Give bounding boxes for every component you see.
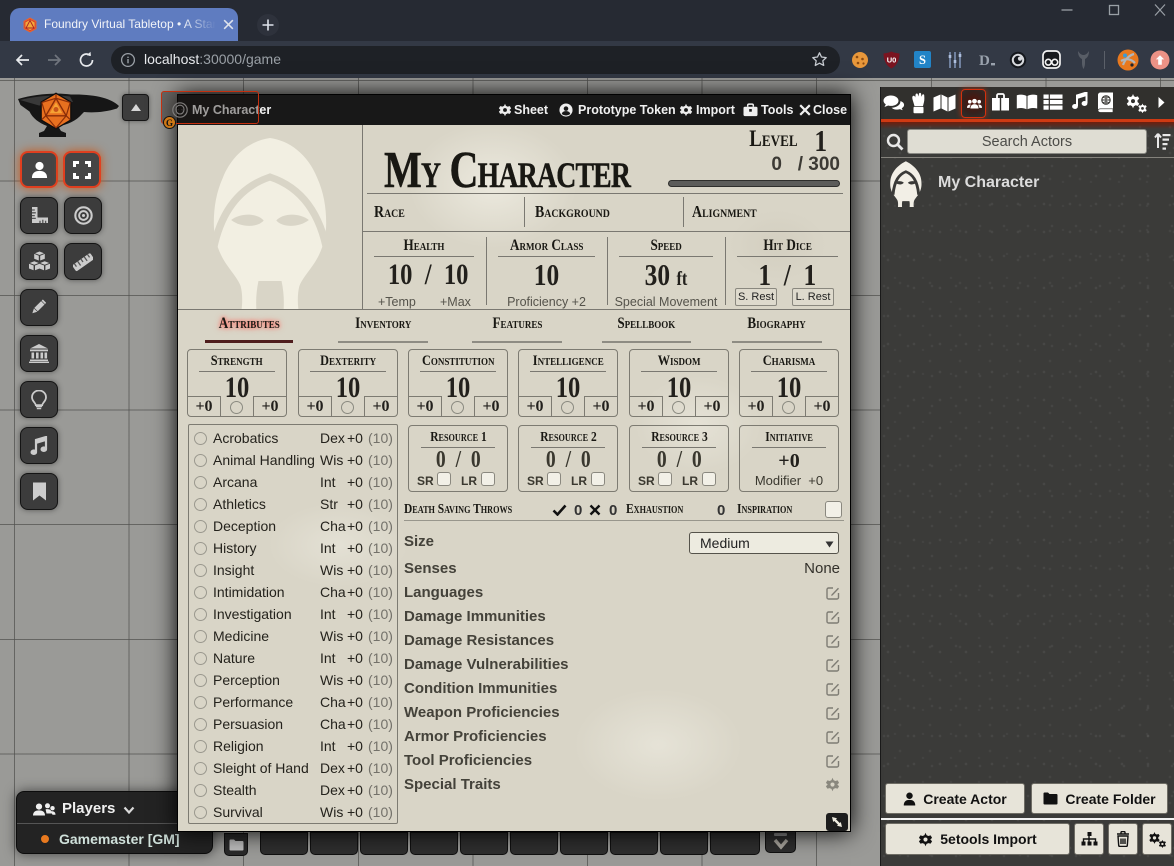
svg-text:S: S: [919, 53, 926, 67]
svg-text:U0: U0: [887, 56, 897, 65]
svg-text:D: D: [979, 53, 990, 69]
